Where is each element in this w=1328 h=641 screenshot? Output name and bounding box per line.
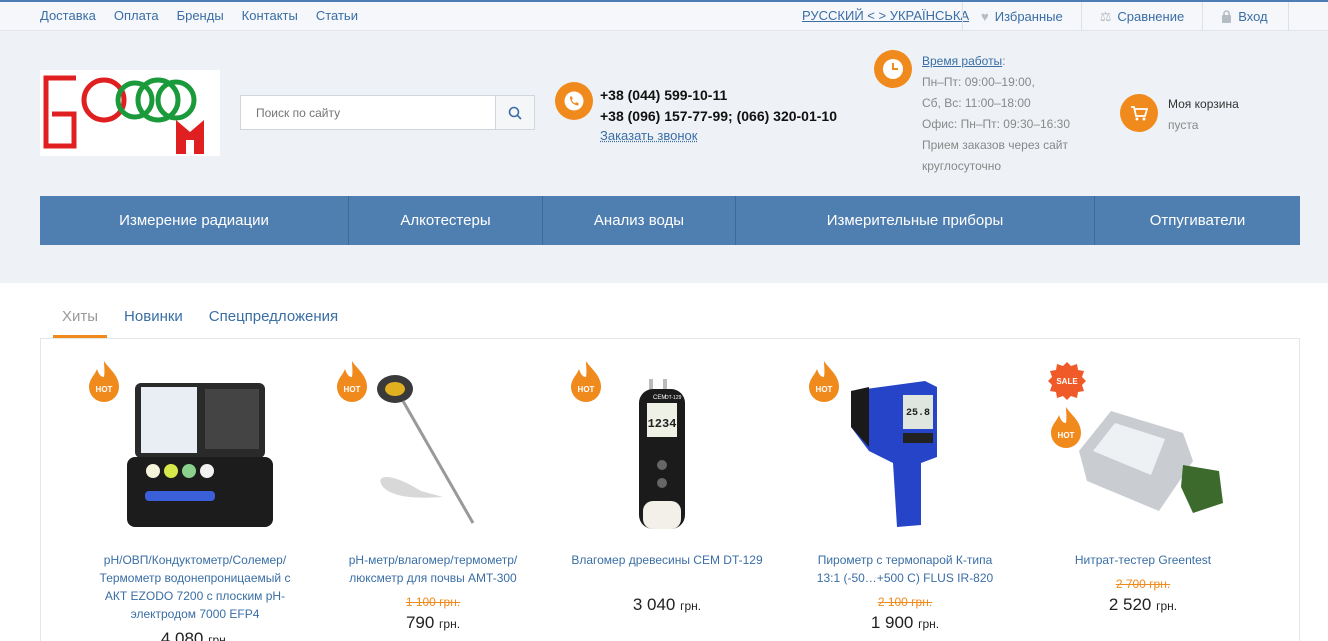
hours-office: Офис: Пн–Пт: 09:30–16:30 [922,117,1071,131]
callback-link[interactable]: Заказать звонок [600,128,697,143]
product-panel: HOT pH/ОВП/Кондуктометр/Солемер/ Термоме… [40,338,1300,641]
favorites-label: Избранные [994,9,1063,24]
product-price: 1 900 грн. [805,613,1005,633]
top-link-payment[interactable]: Оплата [114,8,159,23]
cart-status: пуста [1168,118,1199,132]
nav-water-analysis[interactable]: Анализ воды [543,196,736,245]
product-price: 4 080 грн. [95,629,295,641]
hours-weekdays: Пн–Пт: 09:00–19:00, [922,75,1035,89]
hot-badge-label: HOT [1058,431,1075,440]
cart-icon[interactable] [1120,94,1158,132]
top-link-delivery[interactable]: Доставка [40,8,96,23]
hot-badge-label: HOT [578,385,595,394]
hot-badge: HOT [89,361,119,402]
header: +38 (044) 599-10-11 +38 (096) 157-77-99;… [0,31,1328,283]
device-display-value: 25.8 [906,408,930,419]
nav-measuring-devices[interactable]: Измерительные приборы [736,196,1095,245]
hot-badge-label: HOT [96,385,113,394]
phone-icon [555,82,593,120]
top-link-brands[interactable]: Бренды [177,8,224,23]
top-link-contacts[interactable]: Контакты [242,8,298,23]
lock-icon [1222,10,1232,23]
product-price: 2 520 грн. [1043,595,1243,615]
price-value: 790 [405,613,435,632]
price-value: 3 040 [632,595,676,614]
product-name[interactable]: Влагомер древесины CEM DT-129 [567,551,767,569]
working-hours-title[interactable]: Время работы [922,54,1002,68]
compare-label: Сравнение [1117,9,1185,24]
clock-icon [874,50,912,88]
scales-icon: ⚖ [1099,8,1112,24]
price-currency: грн. [918,617,940,631]
main-nav: Измерение радиации Алкотестеры Анализ во… [40,196,1300,245]
sale-badge-label: SALE [1056,377,1078,386]
price-value: 2 520 [1108,595,1152,614]
hot-badge: HOT [809,361,839,402]
device-display-value: 1234 [648,417,677,431]
search-button[interactable] [495,95,535,130]
product-name[interactable]: pH-метр/влагомер/термометр/ люксметр для… [333,551,533,587]
top-actions: ♥ Избранные ⚖ Сравнение Вход [962,2,1289,31]
tab-new[interactable]: Новинки [115,308,192,338]
site-logo[interactable] [40,70,220,156]
product-old-price: 2 700 грн. [1115,577,1171,591]
price-currency: грн. [680,599,702,613]
login-label: Вход [1238,9,1268,24]
price-value: 1 900 [870,613,914,632]
search-icon [508,106,522,120]
tab-special-offers[interactable]: Спецпредложения [200,308,347,338]
price-currency: грн. [439,617,461,631]
product-name[interactable]: pH/ОВП/Кондуктометр/Солемер/ Термометр в… [95,551,295,623]
top-link-articles[interactable]: Статьи [316,8,358,23]
price-currency: грн. [1156,599,1178,613]
tab-hits[interactable]: Хиты [53,308,108,338]
top-bar: Доставка Оплата Бренды Контакты Статьи Р… [0,0,1328,31]
hours-weekend: Сб, Вс: 11:00–18:00 [922,96,1031,110]
hot-badge-label: HOT [344,385,361,394]
nav-alcotesters[interactable]: Алкотестеры [349,196,543,245]
search-bar [240,95,535,130]
product-image[interactable] [95,367,295,537]
compare-link[interactable]: ⚖ Сравнение [1080,2,1203,31]
hot-badge: HOT [571,361,601,402]
hot-badge: HOT [1051,407,1081,448]
product-tabs: Хиты Новинки Спецпредложения [53,308,355,338]
top-links: Доставка Оплата Бренды Контакты Статьи [40,8,358,23]
hot-badge-label: HOT [816,385,833,394]
product-name[interactable]: Пирометр с термопарой К-типа 13:1 (-50…+… [805,551,1005,587]
working-hours: Время работы: Пн–Пт: 09:00–19:00, Сб, Вс… [922,51,1070,177]
login-link[interactable]: Вход [1202,2,1289,31]
hours-orders-note: круглосуточно [922,159,1002,173]
sale-badge: SALE [1048,362,1086,400]
phone-secondary[interactable]: +38 (096) 157-77-99; (066) 320-01-10 [600,106,837,127]
phone-primary[interactable]: +38 (044) 599-10-11 [600,85,837,106]
product-name[interactable]: Нитрат-тестер Greentest [1043,551,1243,569]
language-switcher[interactable]: РУССКИЙ < > УКРАЇНСЬКА [802,8,969,23]
cart-title: Моя корзина [1168,97,1239,111]
nav-repellers[interactable]: Отпугиватели [1095,196,1300,245]
price-value: 4 080 [160,629,204,641]
nav-radiation[interactable]: Измерение радиации [40,196,349,245]
product-old-price: 2 100 грн. [877,595,933,609]
phone-numbers: +38 (044) 599-10-11 +38 (096) 157-77-99;… [600,85,837,127]
search-input[interactable] [240,95,495,130]
price-currency: грн. [208,633,230,641]
hot-badge: HOT [337,361,367,402]
heart-icon: ♥ [981,9,989,24]
product-price: 3 040 грн. [567,595,767,615]
device-model-label: DT-129 [665,395,682,401]
product-price: 790 грн. [333,613,533,633]
product-old-price: 1 100 грн. [405,595,461,609]
cart-summary[interactable]: Моя корзина пуста [1168,94,1239,136]
hours-orders: Прием заказов через сайт [922,138,1068,152]
favorites-link[interactable]: ♥ Избранные [962,2,1081,31]
